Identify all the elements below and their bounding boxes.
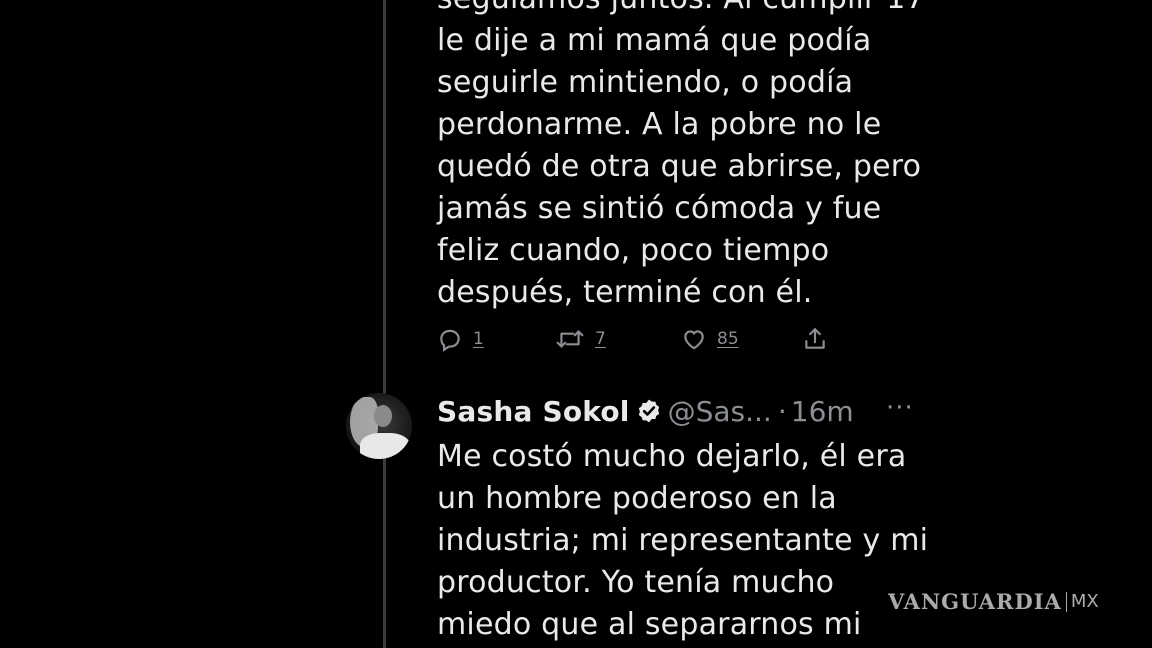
like-button[interactable]: 85 xyxy=(681,326,739,352)
tweet-text: seguíamos juntos. Al cumplir 17 le dije … xyxy=(437,0,925,310)
watermark: VANGUARDIA MX xyxy=(888,589,1099,614)
more-options-icon[interactable]: ··· xyxy=(886,395,914,421)
retweet-icon xyxy=(555,326,585,352)
like-count: 85 xyxy=(717,329,739,349)
screenshot-stage: seguíamos juntos. Al cumplir 17 le dije … xyxy=(0,0,1152,648)
heart-icon xyxy=(681,326,707,352)
retweet-count: 7 xyxy=(595,329,606,349)
handle[interactable]: @Sas... xyxy=(668,395,772,428)
retweet-button[interactable]: 7 xyxy=(555,326,606,352)
verified-badge-icon xyxy=(636,398,662,424)
avatar[interactable] xyxy=(346,393,412,459)
display-name[interactable]: Sasha Sokol xyxy=(437,395,630,428)
watermark-divider xyxy=(1065,591,1067,612)
separator-dot: · xyxy=(777,394,787,428)
tweet-header: Sasha Sokol @Sas... · 16m xyxy=(437,392,854,430)
watermark-brand: VANGUARDIA xyxy=(888,589,1062,614)
share-button[interactable] xyxy=(802,326,828,352)
share-icon xyxy=(802,326,828,352)
reply-icon xyxy=(437,326,463,352)
reply-count: 1 xyxy=(473,329,484,349)
watermark-country: MX xyxy=(1070,591,1099,612)
thread-line xyxy=(383,0,386,648)
reply-button[interactable]: 1 xyxy=(437,326,484,352)
timestamp[interactable]: 16m xyxy=(791,395,854,428)
tweet-text: Me costó mucho dejarlo, él era un hombre… xyxy=(437,439,929,642)
